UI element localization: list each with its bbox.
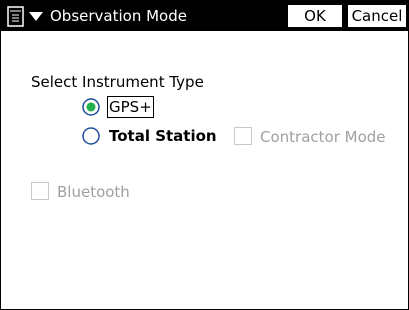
instrument-type-label: Select Instrument Type: [31, 73, 204, 91]
observation-mode-dialog: Observation Mode OK Cancel Select Instru…: [0, 0, 409, 310]
contractor-mode-label: Contractor Mode: [260, 128, 386, 146]
radio-gps-label: GPS+: [107, 96, 154, 118]
window-title: Observation Mode: [50, 7, 187, 25]
radio-gps[interactable]: GPS+: [82, 96, 172, 119]
cancel-button[interactable]: Cancel: [347, 4, 407, 28]
radio-total-station[interactable]: Total Station: [82, 126, 222, 148]
radio-selected-icon: [82, 98, 100, 116]
contractor-mode-box: [234, 127, 252, 145]
radio-total-station-label: Total Station: [109, 127, 217, 145]
menu-icon: [7, 6, 24, 27]
contractor-mode-checkbox[interactable]: Contractor Mode: [234, 127, 404, 149]
bluetooth-label: Bluetooth: [57, 183, 130, 201]
chevron-down-icon: [29, 12, 43, 21]
bluetooth-box: [31, 182, 49, 200]
menu-button[interactable]: [7, 6, 47, 27]
bluetooth-checkbox[interactable]: Bluetooth: [31, 182, 151, 204]
radio-unselected-icon: [82, 127, 100, 145]
title-bar: Observation Mode OK Cancel: [1, 1, 408, 31]
ok-button[interactable]: OK: [287, 4, 343, 28]
